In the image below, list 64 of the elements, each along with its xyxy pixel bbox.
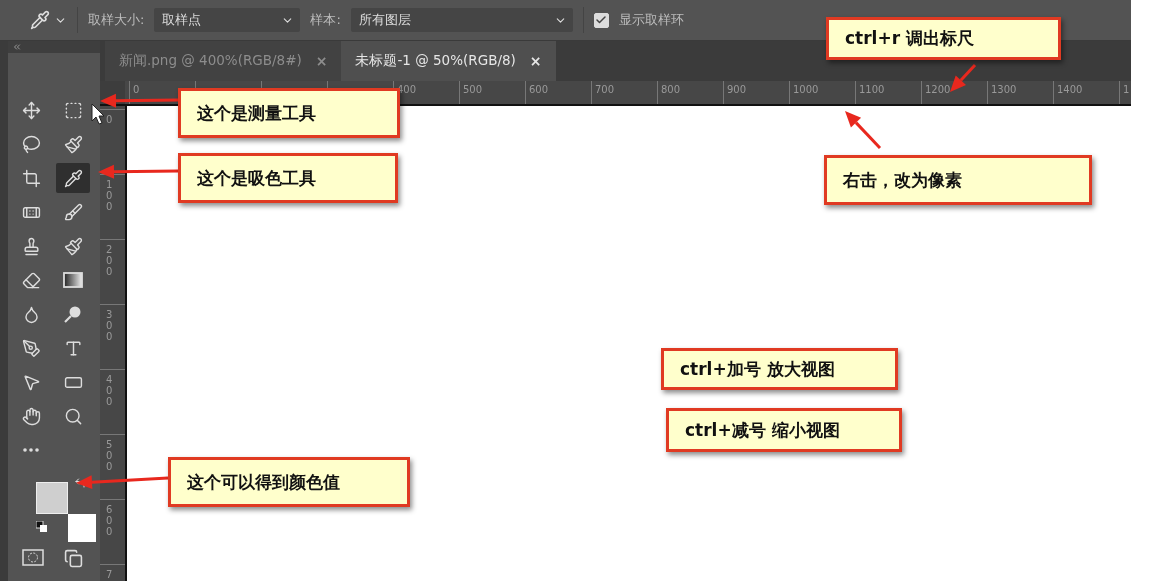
sample-label: 样本: [310, 11, 341, 29]
ruler-label: 1000 [793, 85, 819, 95]
ruler-label: 1 [1123, 85, 1130, 95]
ruler-label: 100 [106, 179, 113, 212]
ruler-label: 600 [529, 85, 549, 95]
arrow [950, 64, 977, 92]
close-button[interactable]: × [529, 53, 542, 69]
document-tab[interactable]: 未标题-1 @ 50%(RGB/8) × [341, 41, 556, 81]
crop-icon [21, 168, 41, 188]
eyedropper-icon [63, 168, 83, 188]
sample-size-dropdown[interactable]: 取样点 [154, 8, 301, 32]
brush-icon [63, 202, 83, 222]
sample-size-label: 取样大小: [88, 11, 145, 29]
ruler-label: 0 [106, 114, 113, 125]
pen-icon [21, 338, 41, 358]
sample-dropdown[interactable]: 所有图层 [350, 8, 573, 32]
more-icon [23, 448, 39, 452]
show-ring-label: 显示取样环 [618, 11, 684, 29]
ruler-label: 200 [106, 244, 113, 277]
ruler-label: 300 [106, 309, 113, 342]
ruler-label: 500 [463, 85, 483, 95]
tool-button[interactable] [56, 163, 90, 193]
ruler-label: 400 [106, 374, 113, 407]
mask-icon[interactable] [22, 549, 44, 566]
stamp-icon [21, 236, 41, 256]
dashed-square-icon [63, 100, 83, 120]
ruler-label: 600 [106, 504, 113, 537]
vertical-ruler[interactable]: 0 100 200 300 400 500 600 7 [100, 106, 127, 581]
foreground-swatch[interactable] [36, 482, 68, 514]
callout: 这个是测量工具 [178, 88, 400, 138]
ruler-label: 900 [727, 85, 747, 95]
screen-mode-icon[interactable] [64, 549, 83, 568]
callout: 这个是吸色工具 [178, 153, 398, 203]
ruler-label: 1100 [859, 85, 885, 95]
callout: 这个可以得到颜色值 [168, 457, 410, 507]
ruler-label: 800 [661, 85, 681, 95]
hand-icon [21, 406, 41, 426]
callout: 右击，改为像素 [824, 155, 1092, 205]
ruler-label: 500 [106, 439, 113, 472]
zoom-icon [63, 406, 83, 426]
ruler-label: 700 [595, 85, 615, 95]
callout: ctrl+加号 放大视图 [661, 348, 898, 390]
cursor-icon [91, 103, 105, 125]
show-ring-checkbox[interactable] [593, 12, 609, 28]
gradient-icon [63, 271, 83, 289]
ruler-label: 1300 [991, 85, 1017, 95]
ruler-label: 7 [106, 569, 113, 580]
move-icon [21, 100, 41, 120]
type-icon [63, 338, 83, 358]
pointer-icon [21, 372, 41, 392]
default-colors-icon[interactable] [36, 521, 47, 532]
arrow [845, 111, 882, 150]
eraser-icon [21, 270, 41, 290]
ruler-label: 1400 [1057, 85, 1083, 95]
ruler-label: 1200 [925, 85, 951, 95]
callout: ctrl+r 调出标尺 [826, 17, 1061, 60]
callout: ctrl+减号 缩小视图 [666, 408, 902, 452]
lollipop-icon [63, 304, 83, 324]
eyedropper-icon[interactable] [30, 10, 50, 30]
brush-icon [63, 236, 83, 256]
brush-icon [63, 134, 83, 154]
ruler-label: 0 [133, 85, 140, 95]
lasso-icon [21, 134, 41, 154]
background-swatch[interactable] [68, 514, 96, 542]
